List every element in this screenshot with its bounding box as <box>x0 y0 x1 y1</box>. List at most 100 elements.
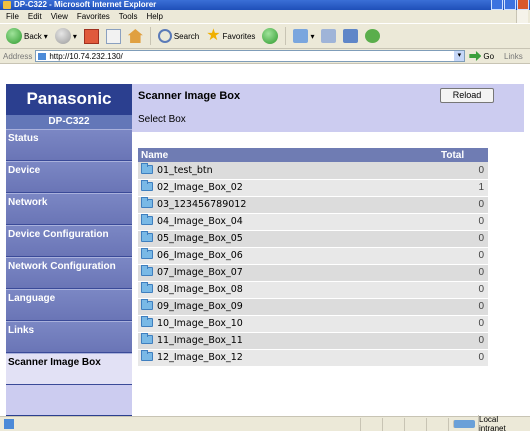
menu-help[interactable]: Help <box>146 12 162 21</box>
go-label: Go <box>483 51 495 61</box>
box-total: 0 <box>438 332 488 350</box>
box-name-cell[interactable]: 08_Image_Box_08 <box>138 281 438 299</box>
table-row[interactable]: 12_Image_Box_12 0 <box>138 349 488 367</box>
table-row[interactable]: 09_Image_Box_09 0 <box>138 298 488 316</box>
security-zone: Local intranet <box>448 415 530 431</box>
box-name[interactable]: 04_Image_Box_04 <box>157 216 243 227</box>
table-row[interactable]: 05_Image_Box_05 0 <box>138 230 488 248</box>
box-name[interactable]: 06_Image_Box_06 <box>157 250 243 261</box>
edit-button[interactable] <box>341 26 360 46</box>
page-header: Scanner Image Box Select Box Reload <box>132 84 524 132</box>
box-name-cell[interactable]: 12_Image_Box_12 <box>138 349 438 367</box>
box-name-cell[interactable]: 03_123456789012 <box>138 196 438 214</box>
nav-device-configuration[interactable]: Device Configuration <box>6 225 132 257</box>
links-button[interactable]: Links <box>504 52 523 61</box>
box-name[interactable]: 08_Image_Box_08 <box>157 284 243 295</box>
messenger-icon <box>365 29 381 43</box>
nav-links[interactable]: Links <box>6 321 132 353</box>
history-button[interactable] <box>260 26 280 46</box>
box-name-cell[interactable]: 04_Image_Box_04 <box>138 213 438 231</box>
table-row[interactable]: 10_Image_Box_10 0 <box>138 315 488 333</box>
address-bar: Address http://10.74.232.130/ ▾ Go Links <box>0 49 530 64</box>
stop-icon <box>83 28 99 44</box>
box-name-cell[interactable]: 07_Image_Box_07 <box>138 264 438 282</box>
back-button[interactable]: Back ▾ <box>4 26 50 46</box>
sidebar: Panasonic DP-C322 Status Device Network … <box>6 84 132 416</box>
nav-device[interactable]: Device <box>6 161 132 193</box>
nav-network-configuration[interactable]: Network Configuration <box>6 257 132 289</box>
forward-button[interactable]: ▾ <box>53 26 79 46</box>
minimize-button[interactable] <box>491 0 503 10</box>
box-total: 0 <box>438 247 488 265</box>
window-title-bar: DP-C322 - Microsoft Internet Explorer <box>0 0 530 10</box>
menu-tools[interactable]: Tools <box>119 12 138 21</box>
nav-language[interactable]: Language <box>6 289 132 321</box>
box-name[interactable]: 09_Image_Box_09 <box>157 301 243 312</box>
box-name-cell[interactable]: 09_Image_Box_09 <box>138 298 438 316</box>
refresh-button[interactable] <box>104 26 123 46</box>
chevron-down-icon: ▾ <box>72 31 77 41</box>
folder-icon <box>141 265 153 276</box>
mail-button[interactable]: ▾ <box>291 26 316 46</box>
box-name[interactable]: 10_Image_Box_10 <box>157 318 243 329</box>
reload-button[interactable]: Reload <box>440 88 494 103</box>
box-name[interactable]: 12_Image_Box_12 <box>157 352 243 363</box>
go-button[interactable]: Go <box>469 51 494 61</box>
table-row[interactable]: 02_Image_Box_02 1 <box>138 179 488 197</box>
close-button[interactable] <box>517 0 529 10</box>
back-label: Back <box>24 31 42 41</box>
print-icon <box>321 29 337 43</box>
menu-view[interactable]: View <box>51 12 68 21</box>
box-name-cell[interactable]: 10_Image_Box_10 <box>138 315 438 333</box>
print-button[interactable] <box>319 26 338 46</box>
box-name-cell[interactable]: 01_test_btn <box>138 162 438 180</box>
model-name: DP-C322 <box>6 115 132 129</box>
address-label: Address <box>3 51 33 61</box>
search-button[interactable]: Search <box>156 26 201 46</box>
home-icon <box>127 29 143 43</box>
nav-scanner-image-box[interactable]: Scanner Image Box <box>6 353 132 385</box>
box-name-cell[interactable]: 05_Image_Box_05 <box>138 230 438 248</box>
folder-icon <box>141 333 153 344</box>
menu-edit[interactable]: Edit <box>28 12 42 21</box>
box-name[interactable]: 11_Image_Box_11 <box>157 335 243 346</box>
windows-logo-icon <box>516 10 528 23</box>
folder-icon <box>141 197 153 208</box>
favorites-button[interactable]: ★ Favorites <box>204 26 257 46</box>
table-row[interactable]: 06_Image_Box_06 0 <box>138 247 488 265</box>
box-name[interactable]: 07_Image_Box_07 <box>157 267 243 278</box>
folder-icon <box>141 180 153 191</box>
box-name-cell[interactable]: 11_Image_Box_11 <box>138 332 438 350</box>
table-row[interactable]: 11_Image_Box_11 0 <box>138 332 488 350</box>
folder-icon <box>141 162 153 174</box>
stop-button[interactable] <box>82 26 101 46</box>
table-row[interactable]: 04_Image_Box_04 0 <box>138 213 488 231</box>
box-name[interactable]: 05_Image_Box_05 <box>157 233 243 244</box>
search-label: Search <box>173 31 200 41</box>
box-name-cell[interactable]: 02_Image_Box_02 <box>138 179 438 197</box>
page-content: Panasonic DP-C322 Status Device Network … <box>0 64 530 416</box>
table-row[interactable]: 01_test_btn 0 <box>138 162 488 180</box>
page-status-icon <box>4 419 14 429</box>
table-row[interactable]: 03_123456789012 0 <box>138 196 488 214</box>
nav-status[interactable]: Status <box>6 129 132 161</box>
menu-bar: File Edit View Favorites Tools Help <box>0 10 530 23</box>
toolbar-divider <box>285 27 287 45</box>
table-row[interactable]: 08_Image_Box_08 0 <box>138 281 488 299</box>
nav-network[interactable]: Network <box>6 193 132 225</box>
home-button[interactable] <box>126 26 145 46</box>
chevron-down-icon[interactable]: ▾ <box>454 51 465 61</box>
box-name[interactable]: 02_Image_Box_02 <box>157 182 243 193</box>
messenger-button[interactable] <box>363 26 382 46</box>
menu-favorites[interactable]: Favorites <box>77 12 110 21</box>
menu-file[interactable]: File <box>6 12 19 21</box>
box-name[interactable]: 03_123456789012 <box>157 199 246 210</box>
table-row[interactable]: 07_Image_Box_07 0 <box>138 264 488 282</box>
box-name[interactable]: 01_test_btn <box>157 165 213 176</box>
box-name-cell[interactable]: 06_Image_Box_06 <box>138 247 438 265</box>
maximize-button[interactable] <box>504 0 516 10</box>
address-input[interactable]: http://10.74.232.130/ ▾ <box>35 50 466 62</box>
status-panel <box>426 417 448 431</box>
status-panel <box>404 417 426 431</box>
box-table: Name Total 01_test_btn 0 02_Image_Box_02 1… <box>138 148 488 367</box>
